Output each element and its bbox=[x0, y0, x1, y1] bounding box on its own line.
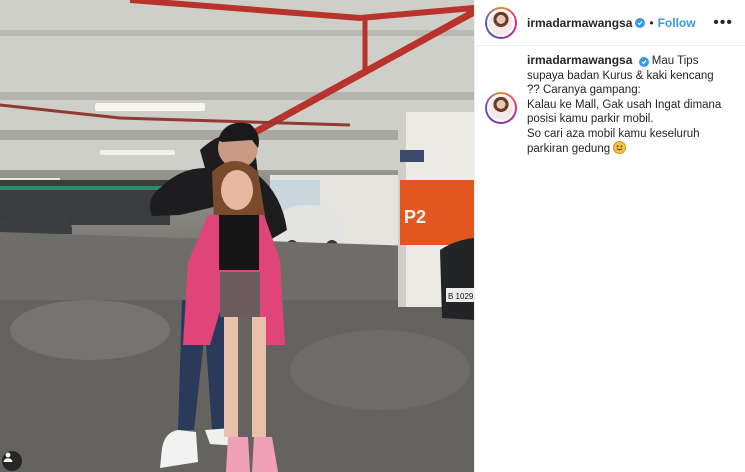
post-side-panel: irmadarmawangsa • Follow ••• irmadarmawa… bbox=[474, 0, 745, 472]
caption-line: posisi kamu parkir mobil. bbox=[527, 113, 654, 125]
license-plate: B 1029 bbox=[448, 292, 474, 301]
parking-garage-scene: P2 B 1029 bbox=[0, 0, 474, 472]
more-options-icon[interactable]: ••• bbox=[713, 14, 733, 31]
caption-avatar[interactable] bbox=[485, 92, 517, 124]
sweat-smile-emoji-icon bbox=[613, 141, 627, 154]
avatar[interactable] bbox=[485, 6, 517, 39]
caption-line: So cari aza mobil kamu keseluruh bbox=[527, 127, 700, 140]
caption-comment: irmadarmawangsa Mau Tips supaya badan Ku… bbox=[475, 46, 745, 157]
caption-username-link[interactable]: irmadarmawangsa bbox=[527, 53, 632, 67]
username-link[interactable]: irmadarmawangsa bbox=[527, 16, 632, 30]
caption-text: irmadarmawangsa Mau Tips supaya badan Ku… bbox=[527, 53, 732, 157]
verified-badge-icon bbox=[635, 17, 646, 28]
user-tag-icon[interactable] bbox=[2, 451, 22, 471]
caption-line: ?? Caranya gampang: bbox=[527, 84, 641, 96]
person-icon bbox=[3, 452, 13, 462]
post-header: irmadarmawangsa • Follow ••• bbox=[475, 0, 745, 46]
caption-line: Mau Tips bbox=[651, 55, 699, 67]
caption-line: Kalau ke Mall, Gak usah Ingat dimana bbox=[527, 98, 722, 111]
caption-line: parkiran gedung bbox=[527, 143, 611, 155]
caption-line: supaya badan Kurus & kaki kencang bbox=[527, 69, 714, 82]
follow-button[interactable]: Follow bbox=[658, 16, 696, 30]
separator-dot: • bbox=[649, 15, 654, 30]
verified-badge-icon bbox=[638, 57, 649, 67]
post-photo[interactable]: P2 B 1029 bbox=[0, 0, 474, 472]
pillar-sign: P2 bbox=[404, 207, 426, 227]
